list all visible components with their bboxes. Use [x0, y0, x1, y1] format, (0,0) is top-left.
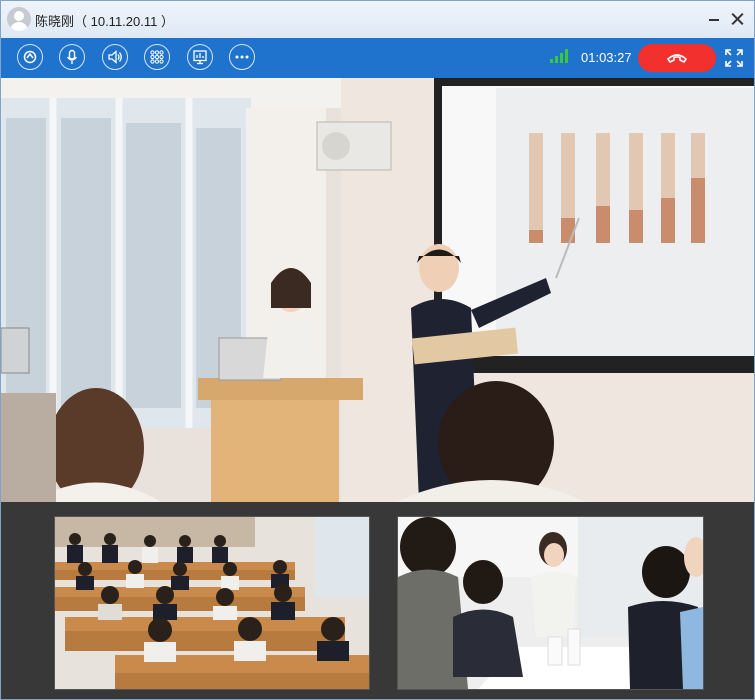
- hangup-button[interactable]: [638, 44, 716, 72]
- thumbnail-video-classroom[interactable]: [54, 516, 370, 690]
- camera-switch-icon: [23, 50, 37, 64]
- microphone-button[interactable]: [59, 44, 85, 70]
- meeting-video-feed: [398, 517, 703, 689]
- dialpad-button[interactable]: [144, 44, 170, 70]
- microphone-icon: [66, 49, 78, 64]
- dialpad-icon: [150, 50, 164, 64]
- screen-share-button[interactable]: [187, 44, 213, 70]
- hangup-phone-icon: [667, 54, 687, 63]
- signal-strength-icon: [550, 49, 568, 63]
- fullscreen-icon[interactable]: [724, 48, 744, 68]
- presentation-video-feed: [1, 78, 754, 502]
- thumbnail-video-meeting[interactable]: [397, 516, 704, 690]
- main-video-feed[interactable]: [1, 78, 754, 502]
- call-timer: 01:03:27: [581, 50, 632, 65]
- minimize-button[interactable]: [704, 9, 724, 29]
- close-button[interactable]: [728, 9, 748, 29]
- screen-share-icon: [193, 50, 207, 65]
- title-bar: 陈晓刚（ 10.11.20.11 ）: [1, 1, 754, 38]
- window-title: 陈晓刚（ 10.11.20.11 ）: [35, 14, 174, 29]
- speaker-button[interactable]: [102, 44, 128, 70]
- more-button[interactable]: [229, 44, 255, 70]
- call-window: 陈晓刚（ 10.11.20.11 ） 01:03:27: [0, 0, 755, 700]
- camera-switch-button[interactable]: [17, 44, 43, 70]
- video-stage: [1, 78, 754, 699]
- call-toolbar: 01:03:27: [1, 38, 754, 78]
- avatar[interactable]: [7, 7, 31, 31]
- classroom-video-feed: [55, 517, 369, 689]
- speaker-icon: [108, 50, 122, 64]
- more-icon: [235, 55, 249, 59]
